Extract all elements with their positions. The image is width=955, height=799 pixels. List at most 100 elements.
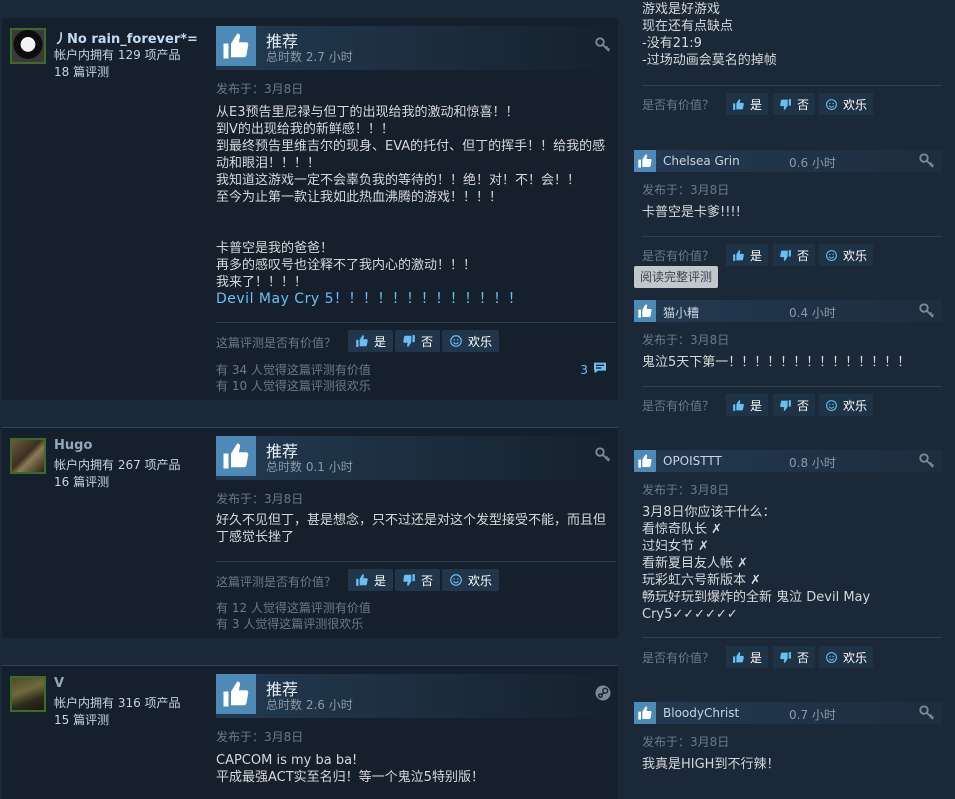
reviewer-name[interactable]: BloodyChrist: [663, 706, 739, 720]
posted-date: 发布于：3月8日: [216, 730, 304, 744]
playtime: 0.7 小时: [789, 708, 836, 722]
review-body[interactable]: 鬼泣5天下第一！！！！！！！！！！！！！！: [642, 354, 938, 371]
review-body[interactable]: 3月8日你应该干什么： 看惊奇队长 ✗ 过妇女节 ✗ 看新夏目友人帐 ✗ 玩彩虹…: [642, 504, 938, 623]
helpful-question: 这篇评测是否有价值？: [216, 336, 337, 350]
helpful-count: 有 12 人觉得这篇评测有价值: [216, 601, 371, 615]
vote-funny-button[interactable]: 欢乐: [819, 93, 874, 115]
vote-no-button[interactable]: 否: [395, 569, 441, 591]
review-card: 丿No rain_forever*= 帐户内拥有 129 项产品 18 篇评测 …: [2, 18, 618, 400]
author-name[interactable]: 丿No rain_forever*=: [54, 28, 198, 47]
review-line: 畅玩好玩到爆炸的全新 鬼泣 Devil May: [642, 590, 871, 605]
smiley-icon: [825, 651, 838, 664]
thumbs-up-icon: [732, 651, 745, 664]
review-line: 看惊奇队长 ✗: [642, 522, 723, 537]
vote-header[interactable]: 推荐 总时数 2.7 小时: [216, 26, 618, 70]
author-name[interactable]: V: [54, 676, 64, 691]
vote-yes-button[interactable]: 是: [726, 93, 769, 115]
vote-yes-label: 是: [750, 650, 763, 665]
helpful-question: 是否有价值？: [642, 399, 715, 413]
reviewer-name[interactable]: OPOISTTT: [663, 454, 722, 468]
helpful-question: 这篇评测是否有价值？: [216, 575, 337, 589]
reviewer-name[interactable]: Chelsea Grin: [663, 154, 740, 168]
review-line: 至今为止第一款让我如此热血沸腾的游戏！！！！: [216, 190, 503, 205]
thumbs-up-icon: [732, 98, 745, 111]
comments-link[interactable]: 3: [580, 360, 608, 379]
mini-review-header[interactable]: Chelsea Grin 0.6 小时: [634, 150, 942, 172]
vote-yes-button[interactable]: 是: [726, 244, 769, 266]
vote-yes-button[interactable]: 是: [348, 569, 394, 591]
vote-no-button[interactable]: 否: [773, 646, 816, 668]
mini-review-header[interactable]: OPOISTTT 0.8 小时: [634, 450, 942, 472]
comment-icon: [592, 360, 608, 379]
avatar[interactable]: [10, 438, 46, 474]
review-line: 再多的感叹号也诠释不了我内心的激动！！！: [216, 258, 477, 273]
vote-no-button[interactable]: 否: [773, 244, 816, 266]
author-review-count[interactable]: 18 篇评测: [54, 63, 109, 80]
review-stats: 有 34 人觉得这篇评测有价值 有 10 人觉得这篇评测很欢乐: [216, 362, 371, 394]
mini-review-card: 猫小糟 0.4 小时 发布于：3月8日 鬼泣5天下第一！！！！！！！！！！！！！…: [634, 300, 942, 420]
vote-yes-button[interactable]: 是: [348, 330, 394, 352]
vote-yes-button[interactable]: 是: [726, 646, 769, 668]
review-line: 我真是HIGH到不行辣！: [642, 757, 780, 772]
mini-review-header[interactable]: 猫小糟 0.4 小时: [634, 300, 942, 322]
vote-no-label: 否: [421, 334, 434, 349]
thumbs-down-icon: [779, 98, 792, 111]
vote-funny-button[interactable]: 欢乐: [442, 330, 500, 352]
reviewer-name[interactable]: 猫小糟: [663, 304, 699, 321]
helpful-question: 是否有价值？: [642, 249, 715, 263]
divider: [642, 236, 942, 237]
review-line: 到V的出现给我的新鲜感！！！: [216, 122, 394, 137]
vote-funny-button[interactable]: 欢乐: [442, 569, 500, 591]
author-product-count[interactable]: 帐户内拥有 316 项产品: [54, 694, 181, 711]
review-line: 游戏是好游戏: [642, 2, 721, 17]
review-body[interactable]: CAPCOM is my ba ba! 平成最强ACT实至名归！等一个鬼泣5特别…: [216, 752, 612, 786]
vote-no-button[interactable]: 否: [773, 394, 816, 416]
vote-funny-button[interactable]: 欢乐: [819, 394, 874, 416]
review-body[interactable]: 我真是HIGH到不行辣！: [642, 756, 938, 773]
funny-count: 有 3 人觉得这篇评测很欢乐: [216, 617, 364, 631]
steam-icon: [594, 684, 612, 702]
vote-no-label: 否: [797, 248, 810, 263]
thumbs-down-icon: [779, 249, 792, 262]
review-body[interactable]: 游戏是好游戏 现在还有点缺点 -没有21:9 -过场动画会莫名的掉帧: [642, 1, 777, 69]
playtime: 总时数 2.7 小时: [266, 50, 353, 64]
review-body[interactable]: 从E3预告里尼禄与但丁的出现给我的激动和惊喜！！ 到V的出现给我的新鲜感！！！ …: [216, 104, 612, 308]
thumbs-up-icon: [216, 674, 256, 714]
thumbs-down-icon: [779, 651, 792, 664]
thumbs-up-icon: [634, 150, 656, 172]
playtime: 总时数 2.6 小时: [266, 698, 353, 712]
posted-date: 发布于：3月8日: [642, 183, 730, 197]
vote-no-button[interactable]: 否: [773, 93, 816, 115]
vote-no-label: 否: [797, 650, 810, 665]
thumbs-down-icon: [402, 573, 416, 587]
vote-header[interactable]: 推荐 总时数 2.6 小时: [216, 674, 618, 718]
author-review-count[interactable]: 15 篇评测: [54, 711, 109, 728]
author-product-count[interactable]: 帐户内拥有 129 项产品: [54, 46, 181, 63]
review-line: 现在还有点缺点: [642, 19, 734, 34]
review-line: 平成最强ACT实至名归！等一个鬼泣5特别版！: [216, 770, 484, 785]
author-name[interactable]: Hugo: [54, 438, 92, 453]
thumbs-down-icon: [402, 334, 416, 348]
funny-count: 有 10 人觉得这篇评测很欢乐: [216, 379, 371, 393]
avatar[interactable]: [10, 28, 46, 64]
mini-review-header[interactable]: BloodyChrist 0.7 小时: [634, 702, 942, 724]
vote-no-label: 否: [797, 97, 810, 112]
vote-no-button[interactable]: 否: [395, 330, 441, 352]
posted-date: 发布于：3月8日: [642, 333, 730, 347]
vote-header[interactable]: 推荐 总时数 0.1 小时: [216, 436, 618, 480]
author-review-count[interactable]: 16 篇评测: [54, 473, 109, 490]
smiley-icon: [825, 98, 838, 111]
key-icon: [594, 446, 612, 464]
vote-funny-button[interactable]: 欢乐: [819, 646, 874, 668]
vote-yes-button[interactable]: 是: [726, 394, 769, 416]
vote-yes-label: 是: [374, 573, 387, 588]
avatar[interactable]: [10, 676, 46, 712]
author-product-count[interactable]: 帐户内拥有 267 项产品: [54, 456, 181, 473]
vote-yes-label: 是: [374, 334, 387, 349]
review-body[interactable]: 好久不见但丁，甚是想念，只不过还是对这个发型接受不能，而且但丁感觉长挫了: [216, 512, 612, 546]
smiley-icon: [449, 334, 463, 348]
smiley-icon: [825, 399, 838, 412]
posted-date: 发布于：3月8日: [642, 483, 730, 497]
review-body[interactable]: 卡普空是卡爹!!!!: [642, 204, 938, 221]
vote-funny-button[interactable]: 欢乐: [819, 244, 874, 266]
